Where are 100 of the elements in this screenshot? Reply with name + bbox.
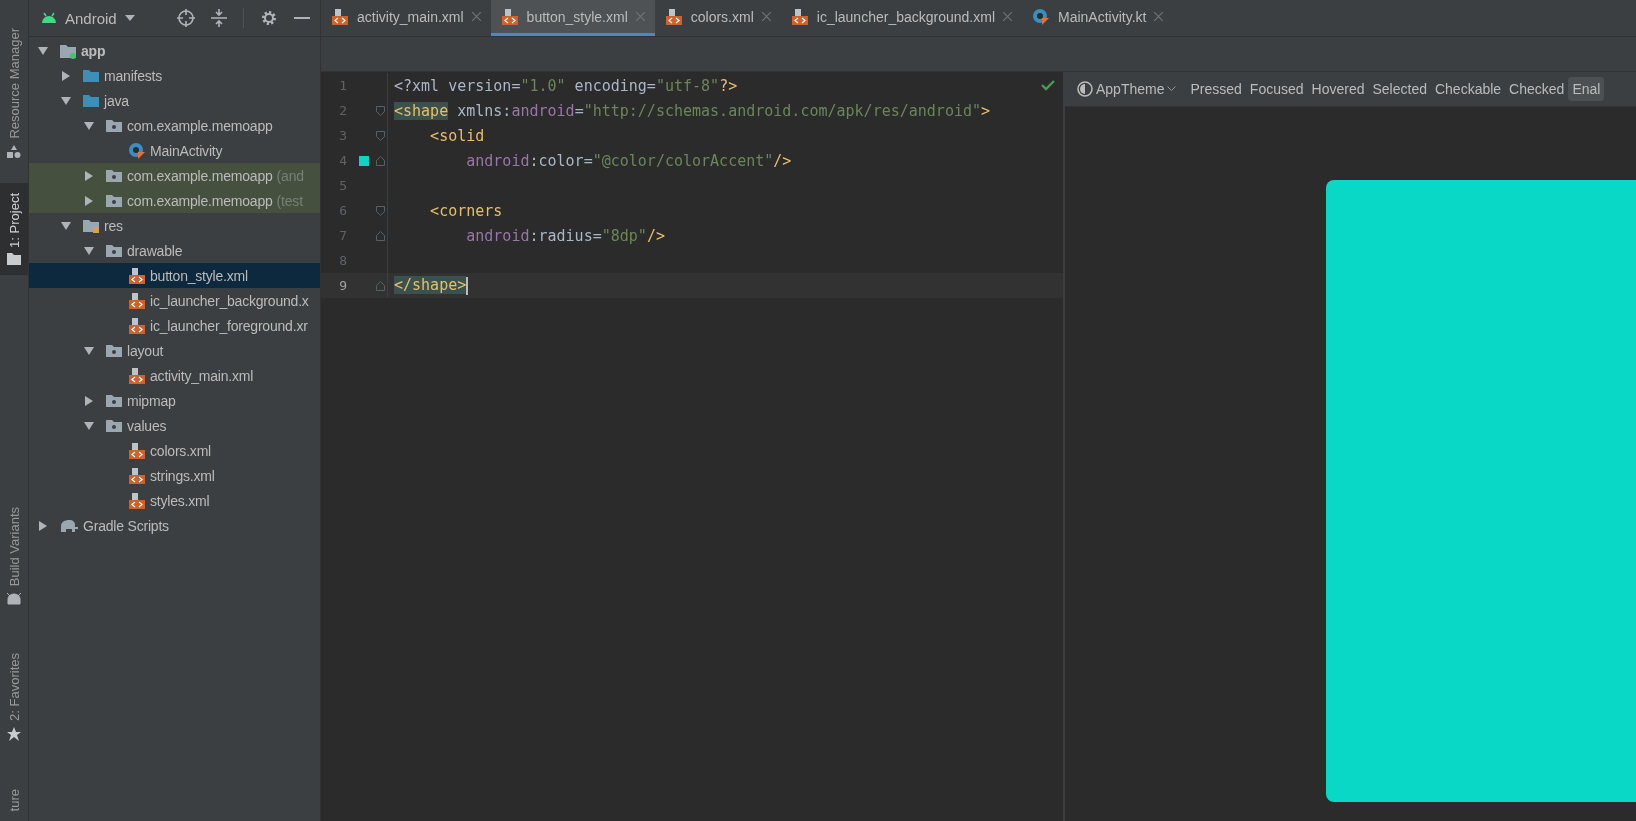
tree-item[interactable]: java	[104, 92, 129, 109]
code-line: android:color="@color/colorAccent"/>	[465, 151, 792, 170]
tree-item[interactable]: com.example.memoapp	[127, 192, 273, 209]
tree-item[interactable]: drawable	[127, 242, 183, 259]
tree-item[interactable]: strings.xml	[150, 467, 215, 484]
line-number: 7	[338, 228, 348, 243]
view-dropdown[interactable]: Android	[37, 7, 139, 29]
line-number: 2	[338, 103, 348, 118]
star-icon	[7, 726, 21, 741]
tool-window-tab[interactable]: ture	[0, 778, 28, 821]
tree-item[interactable]: ic_launcher_background.x	[150, 292, 309, 309]
xml-file-icon	[128, 266, 146, 285]
expanded-arrow-icon[interactable]	[83, 344, 95, 357]
collapsed-arrow-icon[interactable]	[83, 194, 95, 207]
xml-file-icon	[128, 316, 146, 335]
tree-item[interactable]: ic_launcher_foreground.xr	[150, 317, 308, 334]
expanded-arrow-icon[interactable]	[60, 219, 72, 232]
xml-file-icon	[128, 491, 146, 510]
code-line: <?xml version="1.0" encoding="utf-8"?>	[394, 76, 738, 95]
line-number: 4	[338, 153, 348, 168]
tree-item[interactable]: styles.xml	[150, 492, 210, 509]
xml-file-icon	[128, 366, 146, 385]
folder-icon	[82, 92, 100, 109]
editor-tab[interactable]: ic_launcher_background.xml	[780, 0, 1022, 36]
settings-icon[interactable]	[260, 9, 278, 27]
crosshair-icon[interactable]	[177, 9, 195, 27]
tree-item[interactable]: layout	[127, 342, 164, 359]
state-toggle[interactable]: Checked	[1505, 77, 1569, 101]
tree-item[interactable]: Gradle Scripts	[83, 517, 169, 534]
xml-file-icon	[128, 466, 146, 485]
minimize-icon[interactable]	[294, 16, 310, 20]
android-icon	[7, 592, 21, 605]
tool-window-tab[interactable]: 1: Project	[0, 182, 28, 276]
state-toggle[interactable]: Enal	[1568, 77, 1605, 101]
tool-window-tab[interactable]: Build Variants	[0, 497, 28, 615]
fold-marker-icon[interactable]	[375, 130, 385, 141]
tree-item[interactable]: manifests	[104, 67, 163, 84]
collapsed-arrow-icon[interactable]	[37, 519, 49, 532]
state-toggle[interactable]: Hovered	[1307, 77, 1369, 101]
state-toggle[interactable]: Focused	[1245, 77, 1308, 101]
expanded-arrow-icon[interactable]	[37, 44, 49, 57]
line-number: 1	[338, 78, 348, 93]
code-line: <solid	[429, 126, 485, 145]
tree-item[interactable]: mipmap	[127, 392, 176, 409]
xml-file-icon	[128, 291, 146, 310]
expanded-arrow-icon[interactable]	[83, 244, 95, 257]
fold-marker-icon[interactable]	[375, 155, 385, 166]
tree-item[interactable]: values	[127, 417, 167, 434]
state-toggle[interactable]: Checkable	[1430, 77, 1506, 101]
package-folder-icon	[105, 117, 123, 134]
elephant-icon	[59, 517, 79, 534]
tree-item[interactable]: app	[81, 42, 106, 59]
contrast-icon	[1077, 81, 1093, 97]
package-folder-icon	[105, 242, 123, 259]
fold-marker-icon[interactable]	[375, 205, 385, 216]
editor-tab[interactable]: MainActivity.kt	[1022, 0, 1174, 36]
code-line: <corners	[429, 201, 503, 220]
tree-item[interactable]: com.example.memoapp	[127, 167, 273, 184]
module-folder-icon	[59, 42, 77, 59]
editor-tab[interactable]: colors.xml	[654, 0, 781, 36]
xml-file-icon	[790, 7, 809, 26]
shapes-icon	[7, 144, 21, 159]
folder-icon	[82, 67, 100, 84]
collapsed-arrow-icon[interactable]	[60, 69, 72, 82]
package-folder-icon	[105, 392, 123, 409]
resource-folder-icon	[82, 217, 100, 234]
tree-item[interactable]: res	[104, 217, 123, 234]
expanded-arrow-icon[interactable]	[83, 119, 95, 132]
expanded-arrow-icon[interactable]	[60, 94, 72, 107]
code-line: <shape xmlns:android="http://schemas.android.com/apk/res/android">	[394, 101, 991, 120]
fold-marker-icon[interactable]	[375, 280, 385, 291]
tool-window-tab[interactable]: Resource Manager	[0, 18, 28, 169]
state-toggle[interactable]: Pressed	[1186, 77, 1246, 101]
collapsed-arrow-icon[interactable]	[83, 169, 95, 182]
fold-marker-icon[interactable]	[375, 105, 385, 116]
tree-item[interactable]: com.example.memoapp	[127, 117, 273, 134]
xml-file-icon	[500, 7, 519, 26]
state-toggle[interactable]: Selected	[1368, 77, 1431, 101]
collapse-all-icon[interactable]	[211, 9, 227, 27]
collapsed-arrow-icon[interactable]	[83, 394, 95, 407]
caret-icon	[124, 15, 135, 21]
tree-item[interactable]: activity_main.xml	[150, 367, 254, 384]
tree-item[interactable]: MainActivity	[150, 142, 223, 159]
editor-tab[interactable]: activity_main.xml	[321, 0, 491, 36]
tool-window-tab[interactable]: 2: Favorites	[0, 642, 28, 751]
xml-file-icon	[331, 7, 349, 26]
line-number: 6	[338, 203, 348, 218]
expanded-arrow-icon[interactable]	[83, 419, 95, 432]
xml-file-icon	[664, 7, 683, 26]
package-folder-icon	[105, 342, 123, 359]
fold-marker-icon[interactable]	[375, 230, 385, 241]
line-number: 8	[338, 253, 348, 268]
line-number: 9	[338, 278, 348, 293]
editor-tab[interactable]: button_style.xml	[490, 0, 655, 36]
xml-file-icon	[128, 441, 146, 460]
android-icon	[41, 12, 57, 24]
tree-item[interactable]: colors.xml	[150, 442, 211, 459]
color-swatch[interactable]	[359, 155, 369, 166]
package-folder-icon	[105, 417, 123, 434]
theme-dropdown[interactable]: AppTheme	[1077, 79, 1181, 99]
